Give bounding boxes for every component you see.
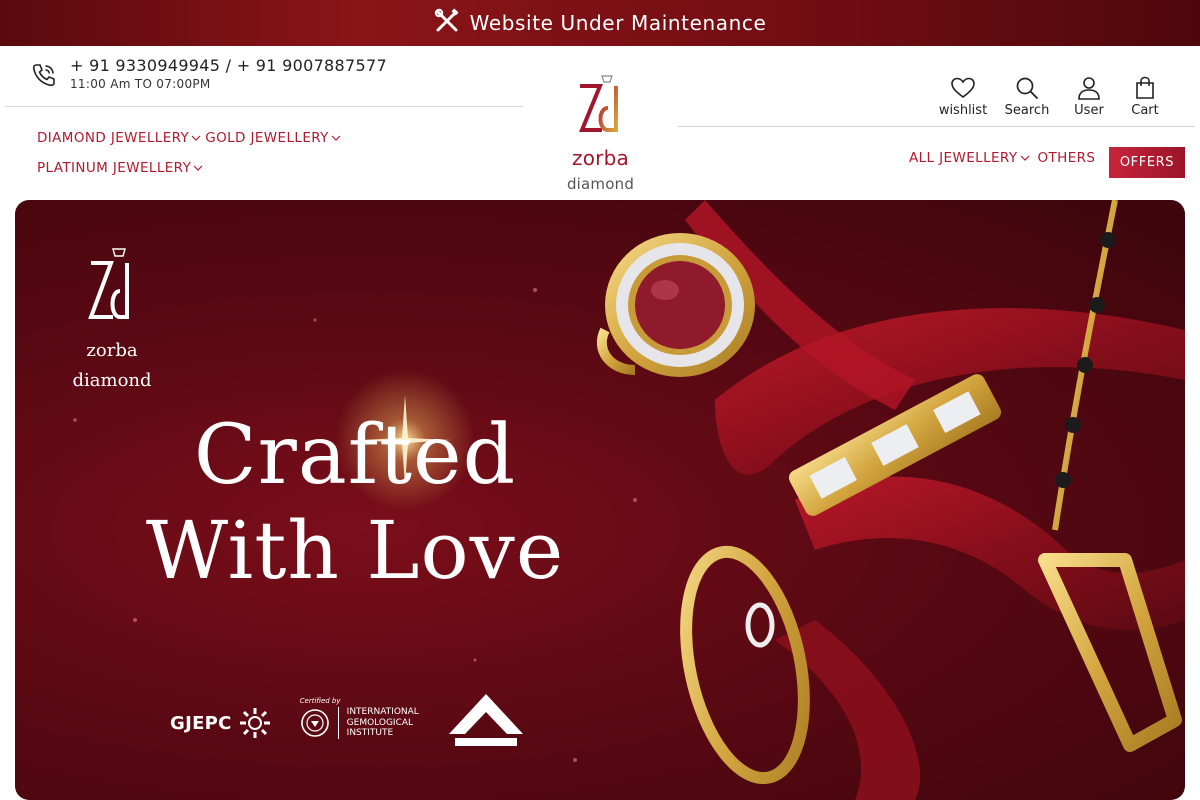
gjepc-emblem-icon — [239, 708, 270, 738]
wishlist-label: wishlist — [938, 103, 988, 118]
igi-line-2: GEMOLOGICAL — [346, 717, 414, 728]
chevron-down-icon — [1020, 155, 1029, 161]
phone-icon — [30, 61, 58, 93]
logo-subtext: diamond — [566, 175, 635, 193]
announcement-bar: Website Under Maintenance — [0, 0, 1200, 46]
hero-banner[interactable]: zorba diamond Crafted With Love GJEPC Ce… — [15, 200, 1185, 800]
nav-platinum-jewellery[interactable]: PLATINUM JEWELLERY — [37, 160, 203, 176]
igi-line-1: INTERNATIONAL — [346, 706, 419, 717]
business-hours: 11:00 Am TO 07:00PM — [70, 77, 211, 91]
header-actions: wishlist Search User Cart — [935, 76, 1175, 118]
main-nav-left: DIAMOND JEWELLERY GOLD JEWELLERY PLATINU… — [37, 130, 367, 190]
chevron-down-icon — [331, 135, 341, 141]
igi-logo: Certified by INTERNATIONAL GEMOLOGICAL I… — [300, 697, 419, 740]
cart-label: Cart — [1131, 103, 1159, 118]
phone-numbers[interactable]: + 91 9330949945 / + 91 9007887577 — [70, 56, 387, 75]
igi-line-3: INSTITUTE — [346, 728, 394, 739]
contact-info: + 91 9330949945 / + 91 9007887577 11:00 … — [30, 56, 387, 93]
zd-monogram-icon — [578, 75, 618, 132]
nav-diamond-jewellery[interactable]: DIAMOND JEWELLERY — [37, 130, 201, 146]
site-header: + 91 9330949945 / + 91 9007887577 11:00 … — [0, 46, 1200, 200]
bag-icon — [1136, 76, 1154, 99]
igi-certified-label: Certified by — [299, 696, 341, 705]
user-label: User — [1074, 103, 1104, 118]
wishlist-button[interactable]: wishlist — [935, 76, 991, 118]
hero-brand-logo: zorba diamond — [47, 245, 177, 391]
divider — [678, 126, 1195, 127]
hero-headline: Crafted With Love — [115, 415, 595, 591]
main-nav-right: ALL JEWELLERY OTHERS — [909, 150, 1095, 166]
offers-button[interactable]: OFFERS — [1109, 147, 1185, 178]
chevron-down-icon — [193, 165, 203, 171]
divider — [5, 106, 523, 107]
search-icon — [1016, 77, 1038, 99]
brand-logo[interactable]: zorba diamond — [548, 72, 653, 193]
chevron-down-icon — [191, 135, 201, 141]
nav-gold-jewellery[interactable]: GOLD JEWELLERY — [205, 130, 341, 146]
announcement-text: Website Under Maintenance — [469, 11, 767, 35]
headline-line-1: Crafted — [193, 408, 517, 503]
hero-logo-wordmark: zorba — [86, 340, 138, 361]
heart-icon — [951, 77, 975, 99]
hero-logo-subtext: diamond — [72, 370, 152, 391]
gjepc-logo: GJEPC — [170, 706, 272, 740]
igi-seal-icon — [300, 709, 329, 737]
bis-hallmark-icon — [448, 694, 523, 746]
headline-line-2: With Love — [145, 504, 565, 597]
zd-monogram-icon — [88, 248, 129, 319]
tools-icon — [434, 8, 460, 38]
certification-logos: GJEPC Certified by INTERNATIONAL GEMOLOG… — [170, 692, 525, 754]
search-button[interactable]: Search — [999, 76, 1055, 118]
bis-hallmark-logo — [447, 692, 525, 754]
nav-all-jewellery[interactable]: ALL JEWELLERY — [909, 150, 1030, 166]
user-button[interactable]: User — [1063, 76, 1115, 118]
cart-button[interactable]: Cart — [1119, 76, 1171, 118]
user-icon — [1078, 77, 1100, 100]
nav-others[interactable]: OTHERS — [1038, 150, 1096, 166]
logo-wordmark: zorba — [572, 146, 629, 170]
search-label: Search — [1004, 103, 1050, 118]
